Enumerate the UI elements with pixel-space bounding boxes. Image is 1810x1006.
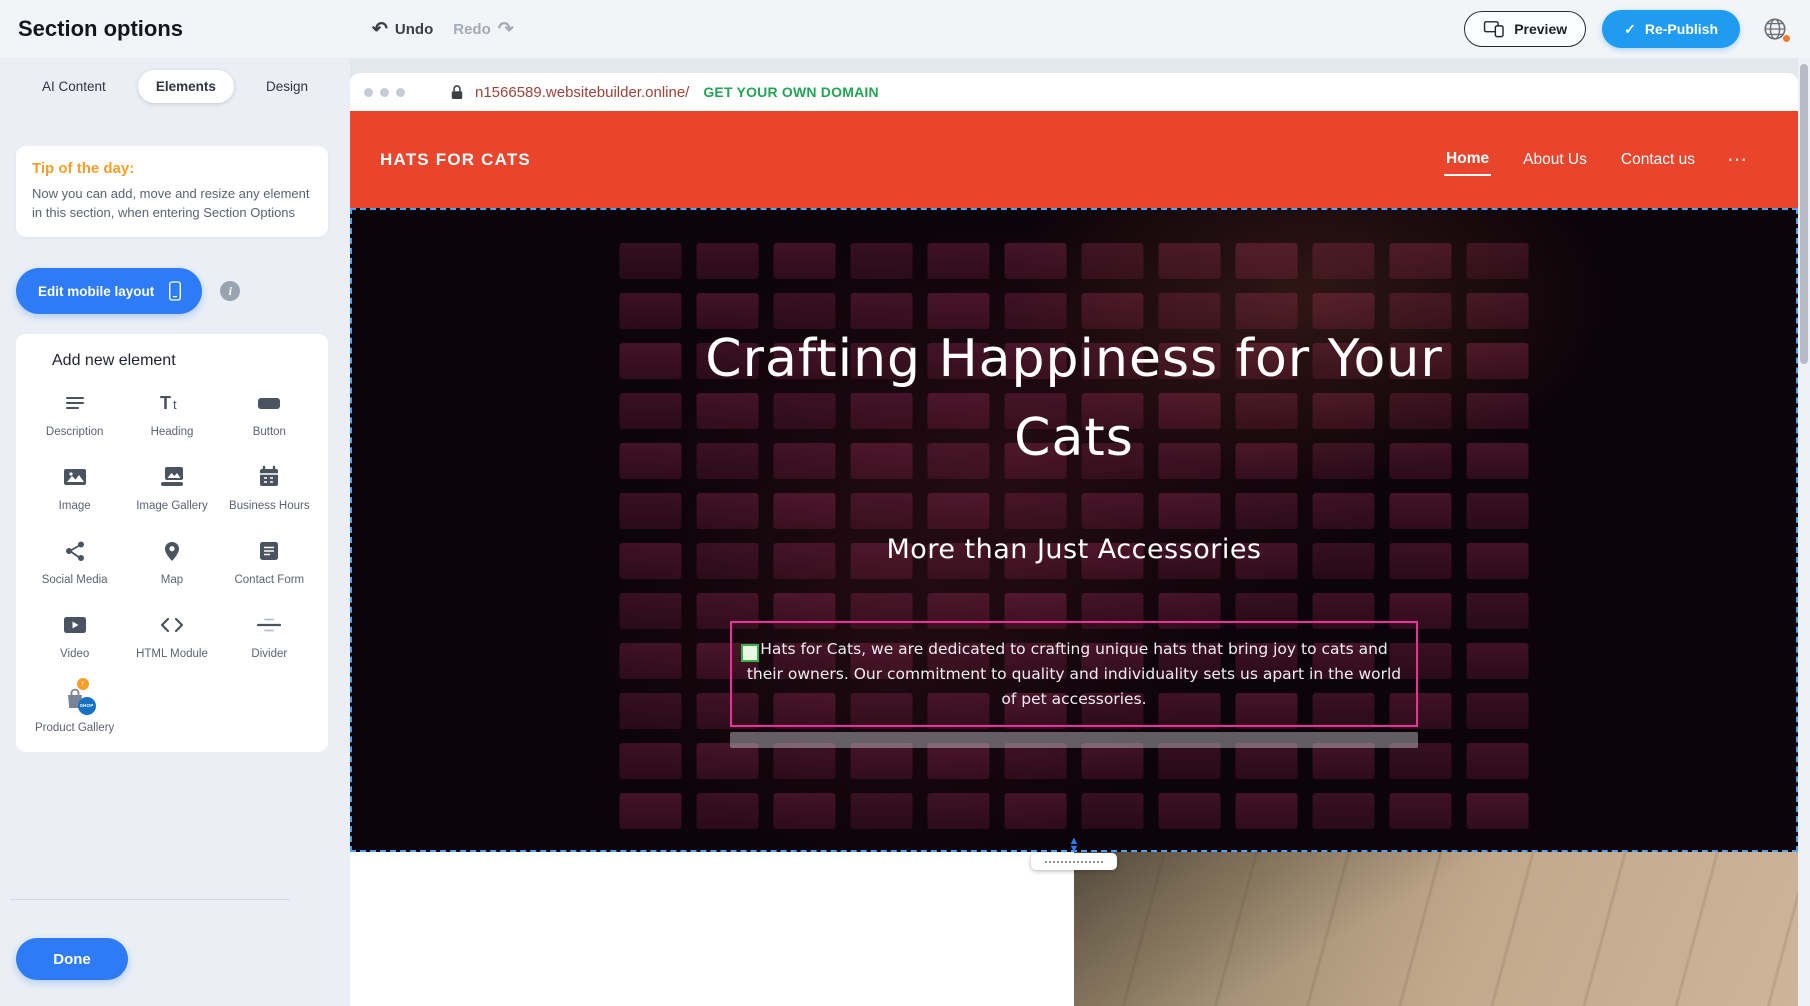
nav-more-icon[interactable]: ⋯ <box>1727 147 1748 172</box>
resize-arrows-icon: ▲▼ <box>1069 837 1080 853</box>
element-description[interactable]: Description <box>31 388 119 440</box>
undo-button[interactable]: ↶ Undo <box>372 18 433 41</box>
video-icon <box>60 610 90 640</box>
site-logo[interactable]: HATS FOR CATS <box>380 150 531 170</box>
done-button[interactable]: Done <box>16 938 128 980</box>
site-nav: Home About Us Contact us ⋯ <box>1444 111 1748 208</box>
add-element-panel: Add new element Description Tt Heading B… <box>16 334 328 752</box>
top-bar: Section options ↶ Undo Redo ↷ Preview ✓ … <box>0 0 1810 58</box>
button-icon <box>254 388 284 418</box>
element-drag-handle[interactable] <box>741 644 759 662</box>
description-icon <box>60 388 90 418</box>
edit-mobile-layout-button[interactable]: Edit mobile layout <box>16 268 202 314</box>
info-icon[interactable]: i <box>220 281 240 301</box>
element-social-media[interactable]: Social Media <box>31 536 119 588</box>
hero-section[interactable]: Crafting Happiness for Your Cats More th… <box>350 208 1798 852</box>
divider-icon <box>254 610 284 640</box>
preview-button[interactable]: Preview <box>1464 11 1586 47</box>
nav-contact-us[interactable]: Contact us <box>1619 145 1697 175</box>
add-element-title: Add new element <box>26 352 318 370</box>
check-icon: ✓ <box>1624 21 1636 38</box>
element-image-gallery[interactable]: Image Gallery <box>128 462 216 514</box>
site-url[interactable]: n1566589.websitebuilder.online/ <box>475 84 689 101</box>
tab-elements[interactable]: Elements <box>138 70 234 103</box>
svg-text:t: t <box>173 397 177 412</box>
undo-label: Undo <box>395 21 433 38</box>
svg-text:T: T <box>160 393 171 413</box>
nav-home[interactable]: Home <box>1444 144 1491 176</box>
element-grid: Description Tt Heading Button Image <box>26 388 318 736</box>
page-scrollbar <box>1798 58 1810 1006</box>
phone-icon <box>166 280 184 302</box>
image-gallery-icon <box>157 462 187 492</box>
section-resize-handle[interactable]: ▲▼ <box>1031 837 1117 870</box>
republish-button[interactable]: ✓ Re-Publish <box>1602 10 1740 48</box>
topbar-actions: Preview ✓ Re-Publish <box>1464 0 1794 58</box>
edit-mobile-label: Edit mobile layout <box>38 284 154 299</box>
preview-label: Preview <box>1514 21 1567 37</box>
element-contact-form[interactable]: Contact Form <box>225 536 313 588</box>
element-divider[interactable]: Divider <box>225 610 313 662</box>
selected-text-element[interactable]: Hats for Cats, we are dedicated to craft… <box>730 621 1418 727</box>
social-media-icon <box>60 536 90 566</box>
republish-label: Re-Publish <box>1645 21 1718 37</box>
editor-canvas: n1566589.websitebuilder.online/ GET YOUR… <box>350 58 1798 1006</box>
undo-redo-group: ↶ Undo Redo ↷ <box>372 0 514 58</box>
window-dots <box>364 88 405 97</box>
product-gallery-icon: ↑ SHOP <box>60 684 90 714</box>
element-placeholder-bar <box>730 732 1418 748</box>
section-options-sidebar: AI Content Elements Design Tip of the da… <box>0 58 350 1006</box>
redo-icon: ↷ <box>498 18 514 41</box>
element-business-hours[interactable]: Business Hours <box>225 462 313 514</box>
element-map[interactable]: Map <box>128 536 216 588</box>
element-product-gallery[interactable]: ↑ SHOP Product Gallery <box>31 684 119 736</box>
mobile-layout-row: Edit mobile layout i <box>16 268 240 314</box>
preview-icon <box>1483 20 1505 38</box>
language-globe-button[interactable] <box>1756 10 1794 48</box>
image-icon <box>60 462 90 492</box>
tip-body: Now you can add, move and resize any ele… <box>32 185 312 223</box>
resize-pill <box>1031 853 1117 870</box>
html-module-icon <box>157 610 187 640</box>
browser-chrome-bar: n1566589.websitebuilder.online/ GET YOUR… <box>350 73 1798 111</box>
element-image[interactable]: Image <box>31 462 119 514</box>
redo-label: Redo <box>453 21 491 38</box>
hero-content: Crafting Happiness for Your Cats More th… <box>350 208 1798 852</box>
contact-form-icon <box>254 536 284 566</box>
business-hours-icon <box>254 462 284 492</box>
redo-button[interactable]: Redo ↷ <box>453 18 513 41</box>
site-preview: HATS FOR CATS Home About Us Contact us ⋯… <box>350 111 1798 1006</box>
element-html-module[interactable]: HTML Module <box>128 610 216 662</box>
lock-icon <box>449 84 465 101</box>
hero-subheading[interactable]: More than Just Accessories <box>887 534 1262 565</box>
element-heading[interactable]: Tt Heading <box>128 388 216 440</box>
tip-heading: Tip of the day: <box>32 160 312 177</box>
tab-ai-content[interactable]: AI Content <box>24 70 124 103</box>
sidebar-tabs: AI Content Elements Design <box>24 70 326 103</box>
product-gallery-shop-badge: SHOP <box>78 697 96 715</box>
scrollbar-thumb[interactable] <box>1800 64 1808 364</box>
get-domain-link[interactable]: GET YOUR OWN DOMAIN <box>703 84 878 100</box>
map-icon <box>157 536 187 566</box>
element-video[interactable]: Video <box>31 610 119 662</box>
notification-dot <box>1783 35 1790 42</box>
element-button[interactable]: Button <box>225 388 313 440</box>
sidebar-divider <box>10 899 290 900</box>
pavement-photo <box>1074 852 1798 1006</box>
product-gallery-plus-badge: ↑ <box>77 678 89 690</box>
tab-design[interactable]: Design <box>248 70 326 103</box>
hero-paragraph[interactable]: Hats for Cats, we are dedicated to craft… <box>746 637 1402 711</box>
undo-icon: ↶ <box>372 18 388 41</box>
tip-of-the-day-card: Tip of the day: Now you can add, move an… <box>16 146 328 237</box>
nav-about-us[interactable]: About Us <box>1521 145 1589 175</box>
heading-icon: Tt <box>157 388 187 418</box>
next-section[interactable] <box>350 852 1798 1006</box>
site-header[interactable]: HATS FOR CATS Home About Us Contact us ⋯ <box>350 111 1798 208</box>
page-title: Section options <box>18 16 183 42</box>
hero-heading[interactable]: Crafting Happiness for Your Cats <box>684 320 1464 478</box>
